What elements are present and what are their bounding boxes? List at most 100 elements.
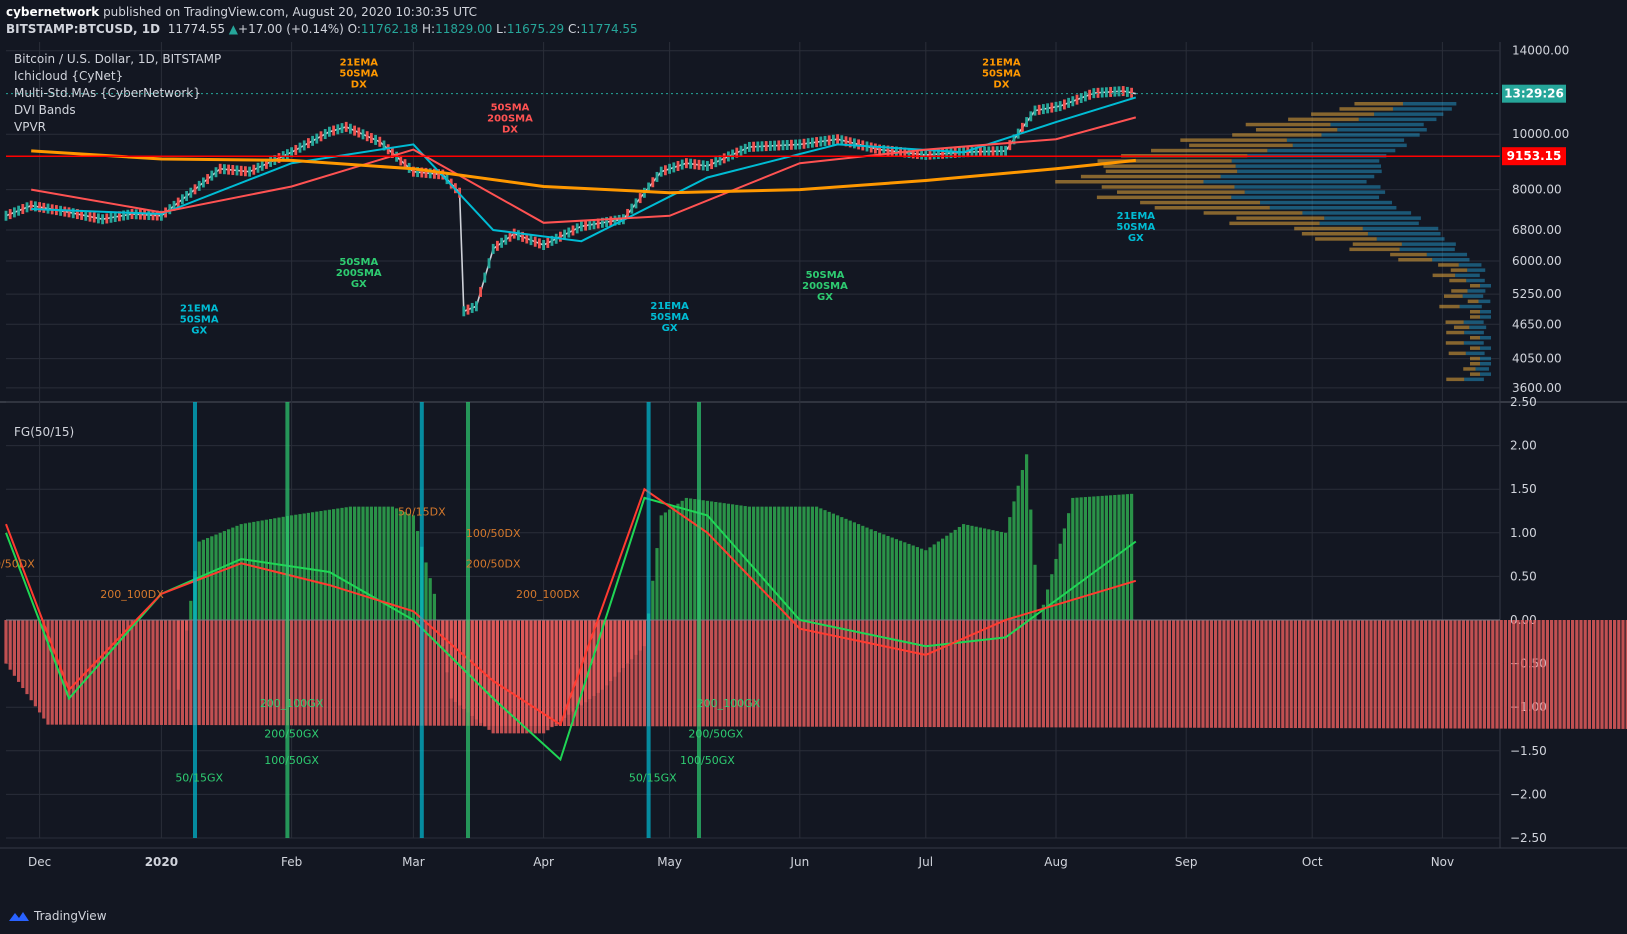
indicator-multi-mas[interactable]: Multi-Std.MAs {CyberNetwork} (14, 86, 201, 100)
osc-bar (231, 620, 234, 725)
osc-bar (1218, 620, 1221, 728)
osc-bar (395, 620, 398, 726)
indicator-vpvr[interactable]: VPVR (14, 120, 46, 134)
pivot-tag-text: 9153.15 (1507, 149, 1562, 163)
osc-bar (1525, 620, 1528, 729)
symbol-label[interactable]: BITSTAMP:BTCUSD, 1D (6, 22, 160, 36)
osc-tick-label: −1.50 (1510, 744, 1547, 758)
osc-bar (210, 536, 213, 620)
osc-bar (886, 536, 889, 620)
osc-bar (206, 620, 209, 725)
osc-bar (1558, 620, 1561, 729)
osc-bar (546, 620, 549, 730)
osc-bar (1021, 620, 1024, 727)
osc-bar (983, 528, 986, 620)
osc-bar (76, 620, 79, 725)
osc-bar (210, 620, 213, 725)
osc-bar (1084, 497, 1087, 620)
osc-bar (9, 620, 12, 670)
x-tick-label: Oct (1302, 855, 1323, 869)
candle (740, 146, 743, 156)
osc-bar (1029, 620, 1032, 727)
osc-bar (378, 620, 381, 726)
vpvr-bar (1480, 362, 1491, 366)
candle (786, 140, 789, 150)
osc-bar (1067, 513, 1070, 620)
osc-bar (1000, 532, 1003, 620)
osc-bar (366, 507, 369, 620)
indicator-dvi-bands[interactable]: DVI Bands (14, 103, 76, 117)
osc-bar (235, 620, 238, 725)
candle (1059, 101, 1062, 111)
candle (660, 167, 663, 177)
cross-label: DX (351, 79, 367, 90)
osc-bar (954, 620, 957, 727)
candle (143, 210, 146, 220)
indicator-ichicloud[interactable]: Ichicloud {CyNet} (14, 69, 123, 83)
osc-bar (1504, 620, 1507, 729)
osc-bar (676, 504, 679, 620)
candle (399, 155, 402, 165)
low-label: L: (496, 22, 507, 36)
osc-bar (853, 522, 856, 620)
osc-bar (815, 507, 818, 620)
candle (139, 210, 142, 220)
osc-bar (282, 517, 285, 620)
osc-bar (311, 512, 314, 620)
osc-bar (1596, 620, 1599, 729)
candle (777, 140, 780, 150)
osc-bar (252, 522, 255, 620)
osc-bar (584, 620, 587, 702)
osc-bar (168, 620, 171, 725)
osc-bar (1348, 620, 1351, 728)
osc-bar (916, 547, 919, 620)
vpvr-bar (1393, 107, 1452, 111)
vpvr-bar (1463, 367, 1475, 371)
vpvr-bar (1460, 305, 1482, 309)
candle (135, 209, 138, 219)
vpvr-bar (1106, 170, 1237, 174)
vpvr-bar (1256, 128, 1337, 132)
osc-bar (336, 509, 339, 620)
candle (1097, 88, 1100, 98)
indicator-main-title[interactable]: Bitcoin / U.S. Dollar, 1D, BITSTAMP (14, 52, 221, 66)
osc-bar (794, 507, 797, 620)
vpvr-bar (1475, 367, 1488, 371)
footer-brand[interactable]: TradingView (34, 909, 107, 923)
vpvr-bar (1439, 305, 1459, 309)
candle (992, 146, 995, 156)
candle (223, 164, 226, 174)
osc-bar (739, 505, 742, 620)
osc-bar (13, 620, 16, 676)
vpvr-bar (1446, 341, 1464, 345)
vpvr-bar (1368, 232, 1441, 236)
y-tick-label: 6000.00 (1512, 254, 1562, 268)
osc-bar (1340, 620, 1343, 728)
osc-bar (702, 500, 705, 620)
osc-bar (928, 620, 931, 727)
osc-tick-label: −2.00 (1510, 787, 1547, 801)
osc-bar (1571, 620, 1574, 729)
candle (1063, 99, 1066, 109)
candle (500, 238, 503, 248)
x-tick-label: Mar (402, 855, 425, 869)
osc-bar (198, 620, 201, 725)
candle (9, 209, 12, 219)
vpvr-bar (1180, 138, 1287, 142)
osc-bar (403, 512, 406, 620)
author-name[interactable]: cybernetwork (6, 5, 99, 19)
osc-bar (340, 620, 343, 725)
vpvr-bar (1353, 242, 1402, 246)
osc-bar (370, 507, 373, 620)
candle (1042, 104, 1045, 114)
candle (824, 136, 827, 146)
candle (1080, 93, 1083, 103)
osc-bar (223, 620, 226, 725)
osc-annotation: 200_100DX (516, 588, 580, 601)
osc-bar (328, 510, 331, 620)
osc-bar (437, 620, 440, 726)
osc-bar (135, 620, 138, 725)
lower-pane-title[interactable]: FG(50/15) (14, 425, 74, 439)
osc-bar (630, 620, 633, 659)
osc-bar (920, 620, 923, 727)
